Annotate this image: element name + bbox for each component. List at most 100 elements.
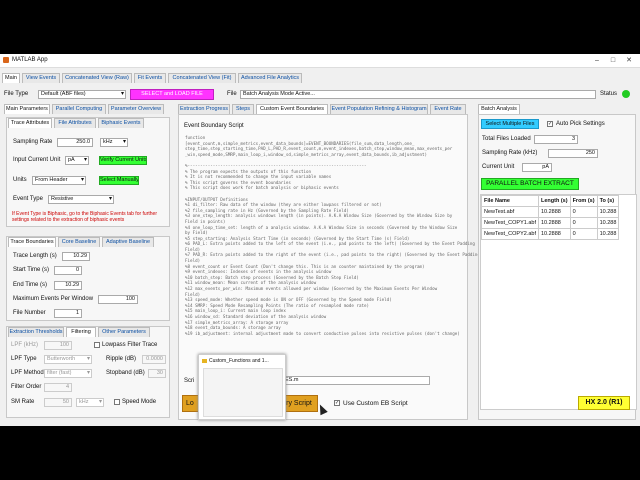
code-line: %7 PAD_R: Extra points added to the righ… xyxy=(185,252,480,258)
sm-rate-unit-dropdown[interactable]: kHz xyxy=(76,398,104,407)
tab-filtering[interactable]: Filtering xyxy=(66,327,96,337)
speed-mode-checkbox[interactable] xyxy=(114,399,120,405)
input-current-unit-dropdown[interactable]: pA xyxy=(65,156,89,165)
ripple-field[interactable]: 0.0000 xyxy=(142,355,166,364)
max-events-field[interactable]: 100 xyxy=(98,295,138,304)
filter-order-label: Filter Order xyxy=(11,384,42,390)
table-header-cell[interactable]: To (s) xyxy=(596,195,620,207)
sm-rate-label: SM Rate xyxy=(11,399,35,405)
status-indicator-icon xyxy=(622,90,630,98)
sampling-rate-label: Sampling Rate xyxy=(13,139,53,145)
tab-extraction-thresholds[interactable]: Extraction Thresholds xyxy=(8,327,64,337)
tab-biphasic-events[interactable]: Biphasic Events xyxy=(98,118,144,128)
lowpass-filter-checkbox[interactable] xyxy=(94,342,100,348)
auto-pick-checkbox[interactable]: ✓ xyxy=(547,121,553,127)
table-header-row: File Name Length (s) From (s) To (s) xyxy=(481,195,620,207)
tab-file-attributes[interactable]: File Attributes xyxy=(54,118,96,128)
batch-sampling-rate-label: Sampling Rate (kHz) xyxy=(482,150,538,156)
file-label: File xyxy=(227,91,237,97)
tab-event-population-refining[interactable]: Event Population Refining & Histogram xyxy=(330,104,428,114)
sampling-rate-field[interactable]: 250.0 xyxy=(57,138,93,147)
tab-adaptive-baseline[interactable]: Adaptive Baseline xyxy=(102,237,154,247)
eb-script-code-area[interactable]: function [event_count,m,simple_metrics,ev… xyxy=(185,135,480,336)
close-icon[interactable]: ✕ xyxy=(622,56,636,65)
units-dropdown[interactable]: From Header xyxy=(32,176,86,185)
sm-rate-field[interactable]: 50 xyxy=(44,398,72,407)
tab-event-rate[interactable]: Event Rate xyxy=(430,104,466,114)
table-row[interactable]: NewTest_COPY1.abf 10.2888 0 10.288 xyxy=(481,217,620,229)
file-type-label: File Type xyxy=(4,91,29,97)
lpf-type-dropdown[interactable]: Butterworth xyxy=(44,355,92,364)
trace-length-field[interactable]: 10.29 xyxy=(62,252,90,261)
table-header-cell[interactable]: Length (s) xyxy=(537,195,571,207)
code-line: %12 max_events_per_win: Maximum events a… xyxy=(185,286,438,292)
code-line: %4 one_loop_time_set: length of a analys… xyxy=(185,224,458,230)
tab-fit-events[interactable]: Fit Events xyxy=(134,73,166,83)
table-cell: 10.2888 xyxy=(537,228,571,240)
biphasic-note: If Event Type is Biphasic, go to the Bip… xyxy=(12,211,157,223)
select-manually-button[interactable]: Select Manually xyxy=(99,176,139,185)
tab-batch-analysis[interactable]: Batch Analysis xyxy=(478,104,520,114)
lpf-method-dropdown[interactable]: filter (fast) xyxy=(44,369,92,378)
total-files-field: 3 xyxy=(534,135,578,144)
tab-steps[interactable]: Steps xyxy=(232,104,254,114)
table-header-cell[interactable]: File Name xyxy=(481,195,539,207)
parallel-batch-extract-button[interactable]: PARALLEL BATCH EXTRACT xyxy=(481,178,579,190)
start-time-label: Start Time (s) xyxy=(13,267,50,273)
sampling-unit-dropdown[interactable]: kHz xyxy=(100,138,128,147)
tab-core-baseline[interactable]: Core Baseline xyxy=(58,237,100,247)
tab-main[interactable]: Main xyxy=(2,73,20,83)
file-type-dropdown[interactable]: Default (ABF files) xyxy=(38,90,126,99)
tab-view-events[interactable]: View Events xyxy=(22,73,60,83)
script-name-label: Scri xyxy=(184,378,195,384)
use-custom-eb-label: Use Custom EB Script xyxy=(343,400,408,407)
file-number-field[interactable]: 1 xyxy=(54,309,82,318)
tab-other-parameters[interactable]: Other Parameters xyxy=(98,327,150,337)
filter-order-field[interactable]: 4 xyxy=(44,383,72,392)
script-name-field[interactable]: ES.m xyxy=(282,376,430,385)
lpf-khz-field[interactable]: 100 xyxy=(44,341,72,350)
table-cell: 0 xyxy=(569,217,598,229)
start-time-field[interactable]: 0 xyxy=(54,266,82,275)
trace-boundaries-panel xyxy=(6,236,170,321)
table-cell: NewTest_COPY2.abf xyxy=(481,228,539,240)
tab-trace-boundaries[interactable]: Trace Boundaries xyxy=(8,237,56,247)
table-header-cell[interactable]: From (s) xyxy=(569,195,598,207)
status-label: Status xyxy=(600,91,618,97)
tab-parameter-overview[interactable]: Parameter Overview xyxy=(108,104,164,114)
tab-advanced-file-analytics[interactable]: Advanced File Analytics xyxy=(238,73,302,83)
event-boundary-heading: Event Boundary Script xyxy=(184,123,244,129)
taskbar-preview-thumbnail[interactable]: Custom_Functions and 1... xyxy=(198,354,286,420)
batch-current-unit-field[interactable]: pA xyxy=(522,163,552,172)
table-cell: 0 xyxy=(569,206,598,218)
verify-current-units-button[interactable]: Verify Current Units xyxy=(99,156,147,165)
select-load-file-button[interactable]: SELECT and LOAD FILE xyxy=(130,89,214,100)
tab-parallel-computing[interactable]: Parallel Computing xyxy=(52,104,106,114)
end-time-field[interactable]: 10.29 xyxy=(54,281,82,290)
maximize-icon[interactable]: □ xyxy=(606,56,620,65)
file-number-label: File Number xyxy=(13,310,46,316)
event-type-label: Event Type xyxy=(13,196,43,202)
select-multiple-files-button[interactable]: Select Multiple Files xyxy=(481,119,539,129)
tab-extraction-progress[interactable]: Extraction Progress xyxy=(178,104,230,114)
batch-sampling-rate-field[interactable]: 250 xyxy=(548,149,598,158)
trace-length-label: Trace Length (s) xyxy=(13,253,57,259)
table-row[interactable]: NewTest_COPY2.abf 10.2888 0 10.288 xyxy=(481,228,620,240)
event-type-dropdown[interactable]: Resistive xyxy=(48,195,114,204)
max-events-label: Maximum Events Per Window xyxy=(13,296,94,302)
stopband-field[interactable]: 30 xyxy=(148,369,166,378)
code-line: %3 one_step_length: analysis windows len… xyxy=(185,213,453,219)
use-custom-eb-checkbox[interactable]: ✓ xyxy=(334,400,340,406)
tab-trace-attributes[interactable]: Trace Attributes xyxy=(8,118,52,128)
tab-custom-event-boundaries[interactable]: Custom Event Boundaries xyxy=(256,104,328,114)
ripple-label: Ripple (dB) xyxy=(106,356,137,362)
tab-concatenated-view-raw[interactable]: Concatenated View (Raw) xyxy=(62,73,132,83)
speed-mode-label: Speed Mode xyxy=(122,399,157,405)
tab-main-parameters[interactable]: Main Parameters xyxy=(4,104,50,114)
batch-file-table: File Name Length (s) From (s) To (s) NewTes… xyxy=(481,195,620,240)
minimize-icon[interactable]: – xyxy=(590,56,604,65)
table-row[interactable]: NewTest.abf 10.2888 0 10.288 xyxy=(481,206,620,218)
table-cell: 10.2888 xyxy=(537,217,571,229)
tab-concatenated-view-fit[interactable]: Concatenated View (Fit) xyxy=(168,73,236,83)
lowpass-filter-label: Lowpass Filter Trace xyxy=(102,342,158,348)
